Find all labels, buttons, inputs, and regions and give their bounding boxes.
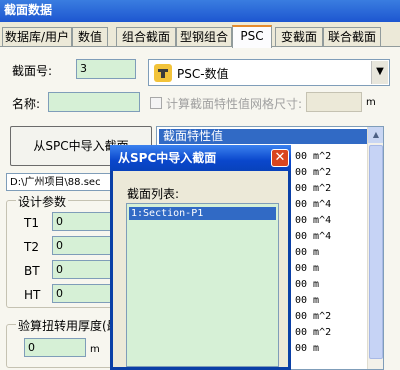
t2-field[interactable]: 0 — [52, 236, 112, 255]
unit-row: 00 m^4 — [295, 231, 332, 242]
unit-row: 00 m^2 — [295, 183, 332, 194]
import-from-spc-dialog: 从SPC中导入截面 ✕ 截面列表: 1:Section-P1 — [110, 145, 291, 370]
section-properties-header: 截面特性值 — [159, 129, 369, 144]
dialog-title-bar: 从SPC中导入截面 — [110, 145, 291, 171]
tab-bar: 数据库/用户 数值 组合截面 型钢组合 PSC 变截面 联合截面 — [0, 25, 400, 48]
torsion-thickness-field[interactable]: 0 — [24, 338, 86, 357]
unit-row: 00 m — [295, 247, 320, 258]
ht-label: HT — [24, 288, 41, 302]
mesh-size-unit: m — [366, 97, 376, 108]
t2-label: T2 — [24, 240, 39, 254]
section-id-field[interactable]: 3 — [76, 59, 136, 79]
bt-label: BT — [24, 264, 40, 278]
mesh-size-field[interactable] — [306, 92, 362, 112]
tab-values[interactable]: 数值 — [72, 27, 108, 47]
window-title-bar: 截面数据 — [0, 0, 400, 22]
torsion-thickness-title: 验算扭转用厚度(最 — [16, 317, 121, 334]
unit-row: 00 m^2 — [295, 151, 332, 162]
section-type-value: PSC-数值 — [177, 67, 229, 81]
mesh-size-checkbox[interactable] — [150, 97, 162, 109]
section-list[interactable]: 1:Section-P1 — [126, 203, 279, 367]
close-icon[interactable]: ✕ — [271, 149, 289, 167]
properties-scrollbar[interactable]: ▲ — [367, 127, 383, 369]
unit-row: 00 m — [295, 279, 320, 290]
section-name-field[interactable] — [48, 92, 140, 112]
scroll-up-icon[interactable]: ▲ — [368, 127, 383, 143]
unit-row: 00 m — [295, 295, 320, 306]
tab-composite-section[interactable]: 联合截面 — [323, 27, 381, 47]
psc-section-icon — [154, 64, 172, 82]
bt-field[interactable]: 0 — [52, 260, 112, 279]
section-name-label: 名称: — [12, 97, 41, 111]
torsion-thickness-unit: m — [90, 344, 100, 355]
unit-row: 00 m^4 — [295, 199, 332, 210]
section-list-item[interactable]: 1:Section-P1 — [129, 207, 276, 220]
unit-row: 00 m — [295, 343, 320, 354]
chevron-down-icon[interactable]: ▼ — [371, 61, 388, 84]
section-list-label: 截面列表: — [127, 187, 180, 201]
dialog-title: 从SPC中导入截面 — [118, 151, 217, 165]
tab-combined-section[interactable]: 组合截面 — [116, 27, 176, 47]
tab-database-user[interactable]: 数据库/用户 — [2, 27, 72, 47]
mesh-size-label: 计算截面特性值网格尺寸: — [166, 97, 303, 111]
section-id-label: 截面号: — [12, 64, 53, 78]
unit-row: 00 m^2 — [295, 167, 332, 178]
t1-label: T1 — [24, 216, 39, 230]
window-title: 截面数据 — [4, 3, 53, 17]
unit-row: 00 m^2 — [295, 311, 332, 322]
ht-field[interactable]: 0 — [52, 284, 112, 303]
scrollbar-thumb[interactable] — [369, 145, 383, 359]
unit-row: 00 m — [295, 263, 320, 274]
design-params-title: 设计参数 — [16, 193, 69, 210]
tab-psc[interactable]: PSC — [232, 25, 272, 48]
t1-field[interactable]: 0 — [52, 212, 112, 231]
section-type-select[interactable]: PSC-数值 ▼ — [148, 59, 390, 86]
tab-tapered-section[interactable]: 变截面 — [275, 27, 323, 47]
unit-row: 00 m^4 — [295, 215, 332, 226]
tab-steel-combined[interactable]: 型钢组合 — [176, 27, 232, 47]
unit-row: 00 m^2 — [295, 327, 332, 338]
